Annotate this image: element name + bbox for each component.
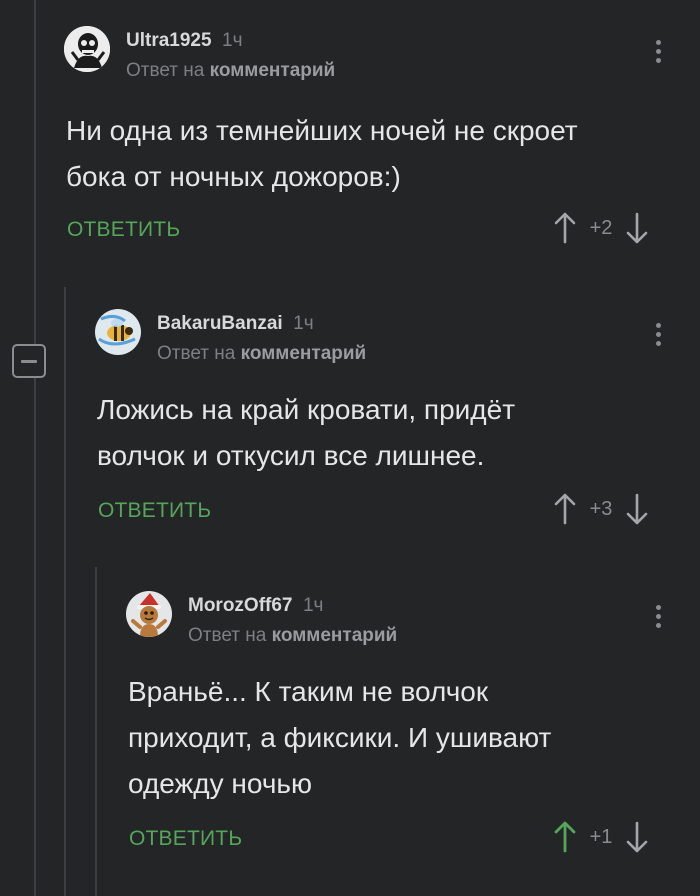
comment-header: Ultra1925 1ч	[126, 30, 242, 52]
vote-score: +3	[589, 497, 613, 520]
comment-time: 1ч	[293, 313, 314, 334]
more-vertical-icon[interactable]	[646, 317, 670, 351]
author-name[interactable]: Ultra1925	[126, 30, 212, 51]
comment-header: MorozOff67 1ч	[188, 595, 323, 617]
vote-control: +2	[552, 210, 650, 246]
thread-line-level-2	[95, 567, 97, 896]
downvote-arrow-icon[interactable]	[624, 210, 650, 246]
comment-time: 1ч	[222, 30, 243, 51]
comment-text: Ложись на край кровати, придёт волчок и …	[97, 394, 516, 471]
reply-prefix: Ответ на	[188, 625, 267, 646]
thread-line-level-1	[64, 287, 66, 896]
more-vertical-icon[interactable]	[646, 599, 670, 633]
collapse-thread-button[interactable]	[12, 344, 46, 378]
thread-line-level-0	[34, 0, 36, 896]
reply-target-link[interactable]: комментарий	[241, 343, 367, 364]
comment-bakarubanzai: BakaruBanzai 1ч Ответ на комментарий Лож…	[95, 309, 700, 539]
downvote-arrow-icon[interactable]	[624, 491, 650, 527]
reply-to-line: Ответ на комментарий	[157, 343, 366, 365]
vote-control: +1	[552, 819, 650, 855]
author-name[interactable]: MorozOff67	[188, 595, 293, 616]
reply-to-line: Ответ на комментарий	[126, 60, 335, 82]
minus-icon	[21, 359, 37, 363]
downvote-arrow-icon[interactable]	[624, 819, 650, 855]
vote-control: +3	[552, 491, 650, 527]
author-name[interactable]: BakaruBanzai	[157, 313, 283, 334]
bee-avatar-icon[interactable]	[95, 309, 141, 355]
upvote-arrow-icon[interactable]	[552, 210, 578, 246]
upvote-arrow-icon[interactable]	[552, 491, 578, 527]
reply-target-link[interactable]: комментарий	[272, 625, 398, 646]
comment-time: 1ч	[302, 595, 324, 616]
upvote-arrow-icon[interactable]	[552, 819, 578, 855]
reply-to-line: Ответ на комментарий	[188, 625, 397, 647]
skull-avatar-icon[interactable]	[64, 26, 110, 72]
comment-header: BakaruBanzai 1ч	[157, 313, 314, 335]
comment-ultra1925: Ultra1925 1ч Ответ на комментарий Ни одн…	[64, 26, 700, 256]
reply-button[interactable]: ОТВЕТИТЬ	[129, 827, 242, 851]
reply-prefix: Ответ на	[126, 60, 205, 81]
comment-text: Враньё... К таким не волчок приходит, а …	[128, 676, 552, 799]
vote-score: +2	[589, 216, 613, 239]
comment-morozoff67: MorozOff67 1ч Ответ на комментарий Врань…	[126, 591, 700, 871]
vote-score: +1	[589, 825, 613, 848]
gingerbread-santa-avatar-icon[interactable]	[126, 591, 172, 637]
reply-button[interactable]: ОТВЕТИТЬ	[67, 218, 180, 242]
comment-text: Ни одна из темнейших ночей не скроет бок…	[66, 115, 578, 192]
reply-target-link[interactable]: комментарий	[210, 60, 336, 81]
more-vertical-icon[interactable]	[646, 34, 670, 68]
reply-button[interactable]: ОТВЕТИТЬ	[98, 499, 211, 523]
reply-prefix: Ответ на	[157, 343, 236, 364]
